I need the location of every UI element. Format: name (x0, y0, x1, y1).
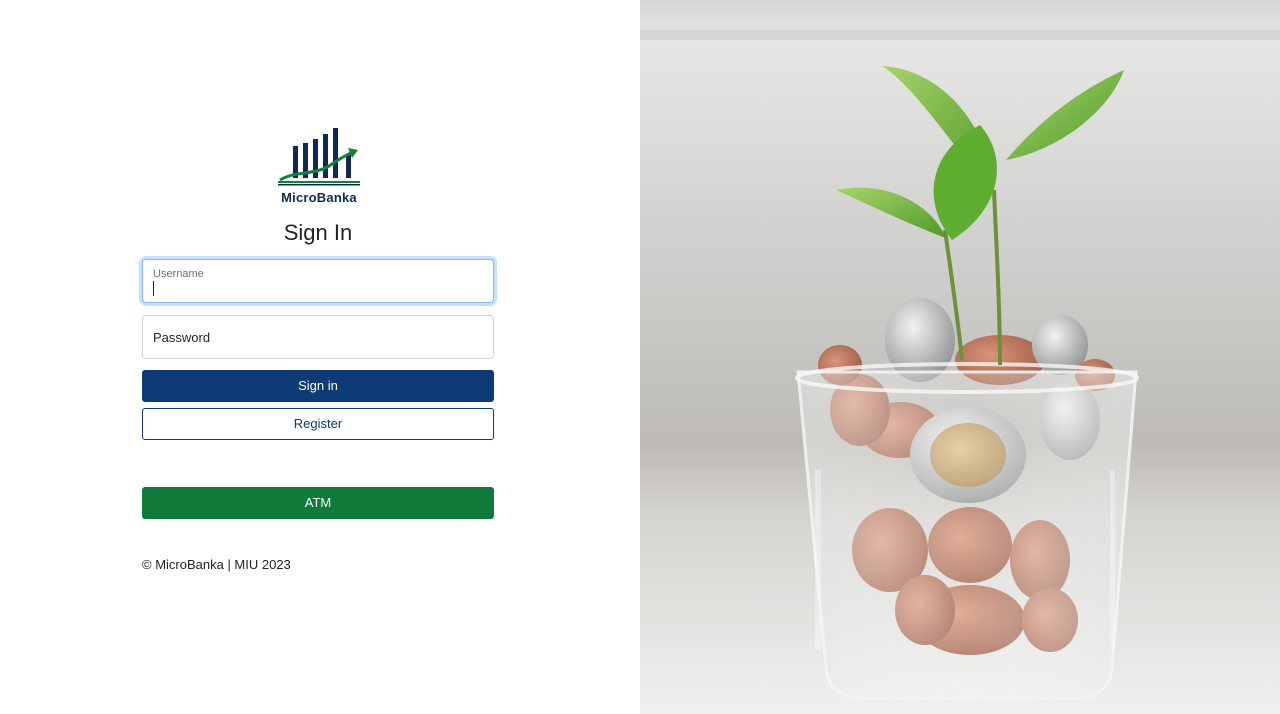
login-page: MicroBanka Sign In Username Password Sig… (0, 0, 1280, 714)
page-title: Sign In (283, 220, 353, 245)
sign-in-button[interactable]: Sign in (142, 370, 494, 402)
brand-name: MicroBanka (281, 190, 357, 205)
brand-logo: MicroBanka (276, 126, 362, 206)
hero-image (640, 0, 1280, 714)
text-cursor (153, 281, 154, 296)
bar-chart-growth-icon (278, 128, 360, 186)
login-panel: MicroBanka Sign In Username Password Sig… (0, 0, 640, 714)
atm-button[interactable]: ATM (142, 487, 494, 519)
username-field[interactable]: Username (142, 259, 494, 303)
username-label: Username (153, 268, 204, 280)
plant-in-glass-of-coins-photo (640, 0, 1280, 714)
register-button[interactable]: Register (142, 408, 494, 440)
password-field[interactable]: Password (142, 315, 494, 359)
copyright-footer: © MicroBanka | MIU 2023 (142, 557, 291, 572)
password-placeholder: Password (153, 330, 211, 345)
